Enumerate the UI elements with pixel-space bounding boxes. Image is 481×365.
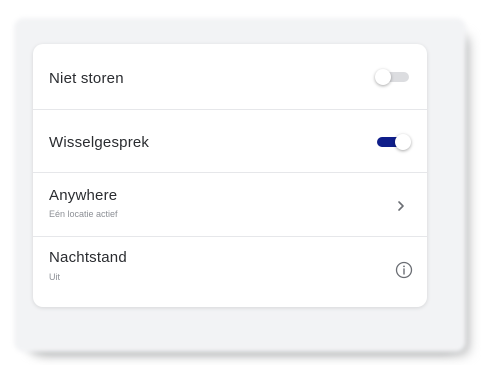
wisselgesprek-toggle[interactable]: [375, 134, 411, 150]
setting-label: Wisselgesprek: [49, 134, 150, 151]
setting-row-nachtstand[interactable]: Nachtstand Uit: [33, 237, 427, 307]
toggle-knob: [375, 69, 391, 85]
setting-label: Niet storen: [49, 70, 124, 87]
setting-row-niet-storen[interactable]: Niet storen: [33, 44, 427, 110]
setting-row-wisselgesprek[interactable]: Wisselgesprek: [33, 110, 427, 173]
info-icon[interactable]: [395, 261, 413, 279]
setting-sublabel: Uit: [49, 272, 60, 282]
toggle-knob: [395, 134, 411, 150]
settings-card: Niet storen Wisselgesprek Anywhere Eén l…: [33, 44, 427, 307]
setting-row-anywhere[interactable]: Anywhere Eén locatie actief: [33, 173, 427, 237]
setting-label: Nachtstand: [49, 249, 127, 266]
chevron-right-icon[interactable]: [395, 199, 407, 213]
setting-sublabel: Eén locatie actief: [49, 209, 118, 219]
niet-storen-toggle[interactable]: [375, 69, 411, 85]
setting-label: Anywhere: [49, 187, 118, 204]
